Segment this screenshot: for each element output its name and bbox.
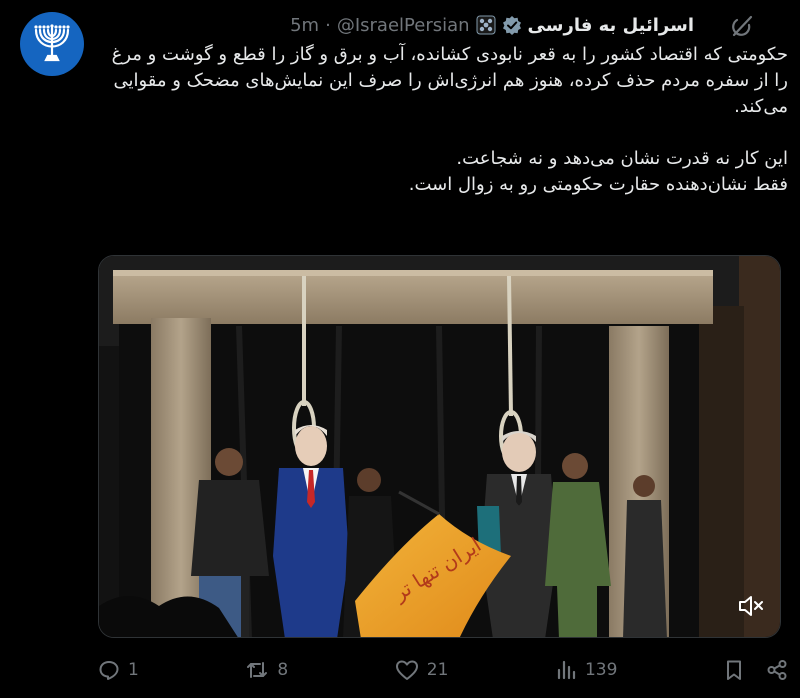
author-handle[interactable]: @IsraelPersian (337, 15, 470, 36)
verified-badge-icon[interactable] (502, 15, 522, 35)
bookmark-icon (727, 660, 741, 680)
repost-icon (247, 662, 268, 678)
post-body: حکومتی که اقتصاد کشور را به قعر نابودی ک… (108, 42, 788, 198)
views-button[interactable]: 139 (555, 659, 617, 681)
views-icon (557, 660, 576, 680)
grok-icon (732, 15, 753, 37)
post-utility-actions (724, 659, 788, 681)
repost-button[interactable]: 8 (245, 659, 288, 681)
like-icon (395, 660, 418, 680)
views-count: 139 (584, 660, 618, 680)
reply-icon (99, 661, 119, 680)
post-paragraph: این کار نه قدرت نشان می‌دهد و نه شجاعت. (456, 148, 788, 169)
mute-icon (739, 596, 763, 616)
video-frame: ایران تنها تر (99, 256, 780, 637)
bookmark-button[interactable] (724, 659, 744, 681)
reply-count: 1 (128, 660, 139, 680)
post-paragraph: فقط نشان‌دهنده حقارت حکومتی رو به زوال ا… (408, 174, 788, 195)
mute-button[interactable] (734, 589, 768, 623)
grok-button[interactable] (724, 8, 760, 44)
share-icon (767, 660, 787, 680)
author-name[interactable]: اسرائیل به فارسی (528, 15, 694, 36)
like-count: 21 (426, 660, 449, 680)
share-button[interactable] (766, 659, 788, 681)
repost-count: 8 (277, 660, 289, 680)
menorah-icon (34, 24, 70, 62)
like-button[interactable]: 21 (395, 659, 449, 681)
header-separator: · (325, 14, 331, 36)
reply-button[interactable]: 1 (98, 659, 139, 681)
post-actions: 1 8 21 139 (98, 650, 788, 690)
affiliate-badge-icon[interactable] (476, 15, 496, 35)
post-header: 5m · @IsraelPersian اسرائیل به فارسی (290, 10, 694, 40)
avatar[interactable] (20, 12, 84, 76)
post-time[interactable]: 5m (290, 15, 319, 36)
post-paragraph: حکومتی که اقتصاد کشور را به قعر نابودی ک… (111, 44, 788, 117)
post-video[interactable]: ایران تنها تر (98, 255, 781, 638)
